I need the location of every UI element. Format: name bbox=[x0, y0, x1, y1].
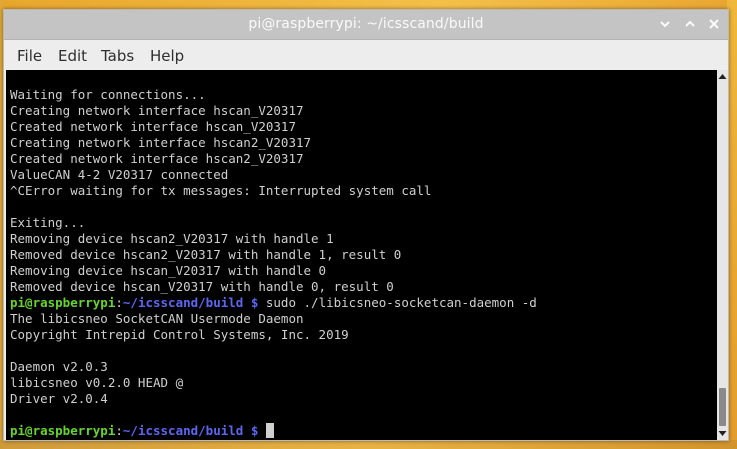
close-button[interactable] bbox=[706, 16, 722, 32]
terminal-line: Removing device hscan_V20317 with handle… bbox=[10, 263, 327, 278]
maximize-button[interactable] bbox=[682, 16, 698, 32]
active-prompt-line[interactable]: pi@raspberrypi:~/icsscand/build $ bbox=[10, 423, 537, 439]
terminal-output: Waiting for connections... Creating netw… bbox=[10, 87, 537, 439]
command-prompt-line: pi@raspberrypi:~/icsscand/build $ sudo .… bbox=[10, 295, 537, 311]
terminal-line: Exiting... bbox=[10, 215, 86, 230]
terminal-line: Driver v2.0.4 bbox=[10, 391, 108, 406]
chevron-down-icon bbox=[660, 21, 670, 28]
desktop-background-bottom bbox=[0, 440, 737, 449]
terminal-line: Created network interface hscan2_V20317 bbox=[10, 151, 304, 166]
menu-file[interactable]: File bbox=[17, 47, 42, 65]
scroll-up-arrow-icon[interactable] bbox=[717, 72, 728, 80]
prompt-colon: : bbox=[115, 423, 123, 438]
title-bar[interactable]: pi@raspberrypi: ~/icsscand/build bbox=[4, 10, 728, 40]
terminal-window: pi@raspberrypi: ~/icsscand/build File Ed… bbox=[3, 9, 729, 441]
close-icon bbox=[709, 19, 719, 29]
terminal-line: Creating network interface hscan_V20317 bbox=[10, 103, 304, 118]
terminal-line: Created network interface hscan_V20317 bbox=[10, 119, 296, 134]
menu-help[interactable]: Help bbox=[150, 47, 184, 65]
scroll-down-arrow-icon[interactable] bbox=[717, 430, 728, 438]
prompt-command: sudo ./libicsneo-socketcan-daemon -d bbox=[258, 295, 537, 310]
terminal-line: Waiting for connections... bbox=[10, 87, 206, 102]
terminal-line: ValueCAN 4-2 V20317 connected bbox=[10, 167, 229, 182]
terminal-line: Creating network interface hscan2_V20317 bbox=[10, 135, 312, 150]
prompt-user: pi@raspberrypi bbox=[10, 423, 116, 438]
vertical-scrollbar[interactable] bbox=[717, 70, 728, 440]
window-title: pi@raspberrypi: ~/icsscand/build bbox=[248, 16, 484, 32]
minimize-button[interactable] bbox=[657, 16, 673, 32]
prompt-colon: : bbox=[115, 295, 123, 310]
terminal-area[interactable]: Waiting for connections... Creating netw… bbox=[6, 70, 717, 440]
menu-tabs[interactable]: Tabs bbox=[101, 47, 134, 65]
terminal-line: Daemon v2.0.3 bbox=[10, 359, 108, 374]
chevron-up-icon bbox=[685, 20, 695, 27]
terminal-line: Copyright Intrepid Control Systems, Inc.… bbox=[10, 327, 349, 342]
terminal-line: Removed device hscan2_V20317 with handle… bbox=[10, 247, 402, 262]
prompt-command bbox=[258, 423, 266, 438]
prompt-path: ~/icsscand/build $ bbox=[122, 423, 259, 438]
menu-bar: File Edit Tabs Help bbox=[4, 40, 728, 70]
terminal-line: The libicsneo SocketCAN Usermode Daemon bbox=[10, 311, 304, 326]
terminal-line: Removed device hscan_V20317 with handle … bbox=[10, 279, 394, 294]
terminal-line: libicsneo v0.2.0 HEAD @ bbox=[10, 375, 184, 390]
terminal-line: ^CError waiting for tx messages: Interru… bbox=[10, 183, 432, 198]
prompt-user: pi@raspberrypi bbox=[10, 295, 116, 310]
terminal-line: Removing device hscan2_V20317 with handl… bbox=[10, 231, 334, 246]
menu-edit[interactable]: Edit bbox=[58, 47, 87, 65]
prompt-path: ~/icsscand/build $ bbox=[122, 295, 259, 310]
text-cursor bbox=[265, 423, 274, 438]
scrollbar-thumb[interactable] bbox=[719, 388, 726, 426]
